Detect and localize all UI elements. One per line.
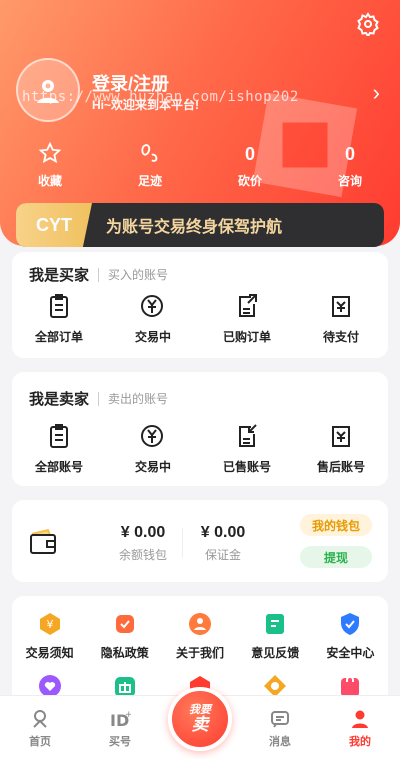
chevron-right-icon[interactable]: › <box>373 80 380 106</box>
service-label: 意见反馈 <box>251 646 300 660</box>
service-about[interactable]: 关于我们 <box>162 612 237 661</box>
user-icon <box>352 710 368 728</box>
import-doc-icon <box>239 424 257 447</box>
tab-label: 消息 <box>269 736 291 748</box>
clipboard-icon <box>50 424 68 448</box>
guarantee-banner[interactable]: CYT 为账号交易终身保驾护航 <box>16 203 384 247</box>
service-label: 隐私政策 <box>100 646 149 660</box>
stats-bar: 收藏 足迹 0 砍价 0 咨询 <box>0 141 400 192</box>
buyer-trading[interactable]: 交易中 <box>106 292 200 345</box>
yen-exchange-icon <box>141 295 163 317</box>
deposit-block[interactable]: ¥ 0.00 保证金 <box>188 524 258 563</box>
sell-line2: 卖 <box>191 715 209 734</box>
stat-footprints[interactable]: 足迹 <box>100 142 200 192</box>
stat-value: 0 <box>244 144 255 164</box>
tab-home[interactable]: 首页 <box>0 696 80 759</box>
home-icon <box>33 710 47 728</box>
service-privacy[interactable]: 隐私政策 <box>87 612 162 661</box>
buyer-card: 我是买家 买入的账号 全部订单 交易中 已购订单 待支付 <box>12 252 388 358</box>
pay-pending-icon <box>332 296 350 317</box>
message-icon <box>271 711 289 728</box>
balance-block[interactable]: ¥ 0.00 余额钱包 <box>108 524 178 563</box>
service-label: 安全中心 <box>326 646 375 660</box>
tab-label: 买号 <box>109 736 131 748</box>
shield-icon <box>341 613 360 635</box>
buyer-all-orders[interactable]: 全部订单 <box>12 292 106 345</box>
buyer-subtitle: 买入的账号 <box>108 268 169 282</box>
tab-buy-account[interactable]: ID + 买号 <box>80 696 160 759</box>
item-label: 交易中 <box>134 460 171 474</box>
withdraw-button[interactable]: 提现 <box>300 546 372 568</box>
item-label: 已售账号 <box>222 460 271 474</box>
item-label: 交易中 <box>134 330 171 344</box>
after-sale-icon <box>332 426 350 447</box>
stat-value: 0 <box>344 144 355 164</box>
seller-after-sale[interactable]: 售后账号 <box>294 422 388 475</box>
star-icon <box>38 141 62 164</box>
settings-gear-icon[interactable] <box>356 12 380 36</box>
stat-label: 砍价 <box>237 174 262 188</box>
balance-label: 余额钱包 <box>118 548 167 562</box>
feedback-icon <box>266 614 285 634</box>
banner-tag: CYT <box>16 203 92 247</box>
svg-text:+: + <box>125 710 131 720</box>
seller-title: 我是卖家 <box>29 391 90 408</box>
item-label: 售后账号 <box>316 460 365 474</box>
deposit-label: 保证金 <box>204 548 241 562</box>
item-label: 待支付 <box>322 330 359 344</box>
seller-card: 我是卖家 卖出的账号 全部账号 交易中 已售账号 售后账号 <box>12 372 388 486</box>
item-label: 全部账号 <box>34 460 83 474</box>
footprint-icon <box>141 144 158 162</box>
privacy-icon <box>115 615 134 633</box>
tab-mine[interactable]: 我的 <box>320 696 400 759</box>
seller-trading[interactable]: 交易中 <box>106 422 200 475</box>
stat-favorites[interactable]: 收藏 <box>0 141 100 192</box>
divider <box>98 391 100 406</box>
stat-label: 收藏 <box>37 174 62 188</box>
divider <box>98 267 100 282</box>
tab-label: 我的 <box>349 736 371 748</box>
stat-label: 足迹 <box>137 174 162 188</box>
notice-icon: ¥ <box>39 613 60 635</box>
service-security[interactable]: 安全中心 <box>313 612 388 661</box>
my-wallet-button[interactable]: 我的钱包 <box>300 514 372 536</box>
clipboard-icon <box>50 294 68 318</box>
wallet-card: ¥ 0.00 余额钱包 ¥ 0.00 保证金 我的钱包 提现 <box>12 500 388 582</box>
balance-value: ¥ 0.00 <box>120 524 166 541</box>
id-icon: ID+ <box>110 710 131 729</box>
stat-bargain[interactable]: 0 砍价 <box>200 142 300 192</box>
item-label: 全部订单 <box>34 330 83 344</box>
stat-label: 咨询 <box>337 174 362 188</box>
watermark-text: https://www.huzhan.com/ishop202 <box>22 89 299 105</box>
banner-text: 为账号交易终身保驾护航 <box>106 219 283 236</box>
buyer-pending-payment[interactable]: 待支付 <box>294 292 388 345</box>
seller-all-accounts[interactable]: 全部账号 <box>12 422 106 475</box>
tab-messages[interactable]: 消息 <box>240 696 320 759</box>
export-doc-icon <box>239 294 257 317</box>
item-label: 已购订单 <box>222 330 271 344</box>
yen-exchange-icon <box>141 425 163 447</box>
buyer-title: 我是买家 <box>29 267 90 284</box>
wallet-icon <box>30 528 56 554</box>
service-label: 交易须知 <box>25 646 74 660</box>
deposit-value: ¥ 0.00 <box>200 524 246 541</box>
sell-center-button[interactable]: 我要 卖 <box>168 687 232 751</box>
stat-consult[interactable]: 0 咨询 <box>300 142 400 192</box>
svg-text:¥: ¥ <box>46 618 53 631</box>
service-trade-notice[interactable]: ¥ 交易须知 <box>12 612 87 661</box>
tab-label: 首页 <box>29 736 51 748</box>
divider <box>182 528 183 558</box>
seller-sold-accounts[interactable]: 已售账号 <box>200 422 294 475</box>
seller-subtitle: 卖出的账号 <box>108 392 169 406</box>
buyer-purchased-orders[interactable]: 已购订单 <box>200 292 294 345</box>
service-label: 关于我们 <box>176 646 225 660</box>
about-icon <box>189 613 211 635</box>
service-feedback[interactable]: 意见反馈 <box>238 612 313 661</box>
